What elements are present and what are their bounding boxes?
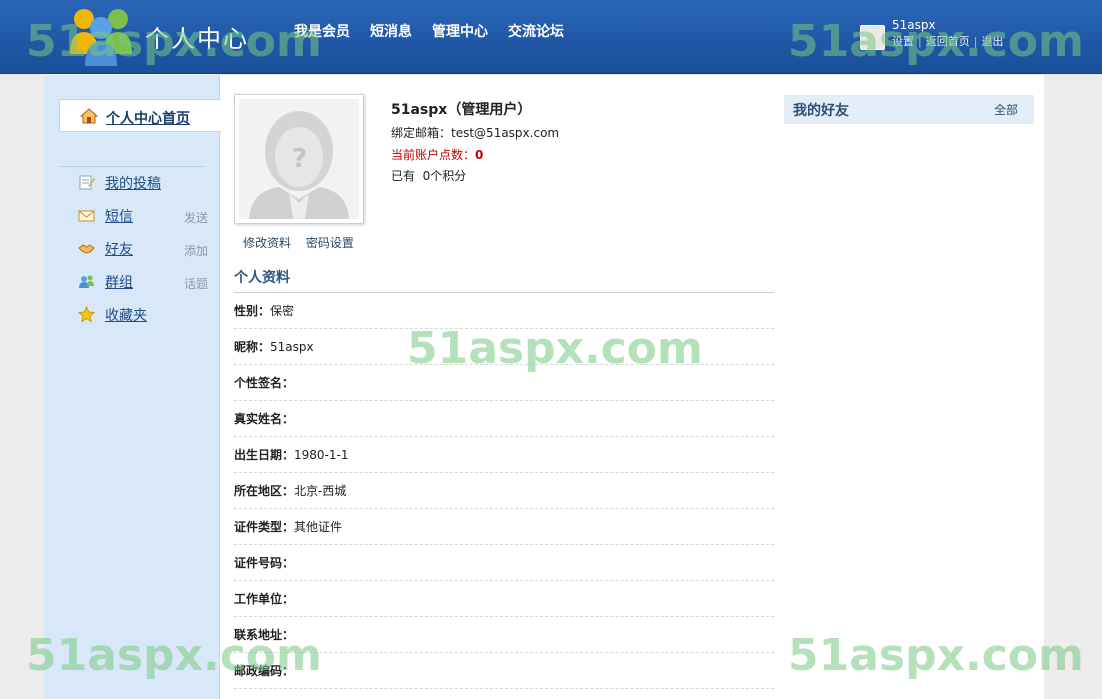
field-label: 证件号码： xyxy=(234,556,295,570)
profile-score: 已有 0个积分 xyxy=(391,167,466,184)
separator: | xyxy=(973,35,978,48)
home-icon xyxy=(79,108,99,127)
sidebar-item-posts[interactable]: 我的投稿 xyxy=(78,172,208,194)
field-value: 1980-1-1 xyxy=(294,448,349,462)
edit-profile-link[interactable]: 修改资料 xyxy=(243,236,291,250)
separator: | xyxy=(918,35,922,48)
field-row-region: 所在地区：北京-西城 xyxy=(234,473,774,509)
nav-admin[interactable]: 管理中心 xyxy=(432,21,488,41)
field-label: 所在地区： xyxy=(234,484,295,498)
field-label: 个性签名： xyxy=(234,376,295,390)
sidebar-item-label: 好友 xyxy=(105,242,133,258)
people-logo-icon xyxy=(66,6,136,66)
field-value: 其他证件 xyxy=(294,520,343,534)
logout-link[interactable]: 退出 xyxy=(981,35,1003,48)
sidebar-item-label: 短信 xyxy=(105,209,133,225)
profile-avatar: ? xyxy=(234,94,364,224)
field-value: 北京-西城 xyxy=(294,484,347,498)
sidebar-action-add[interactable]: 添加 xyxy=(184,242,208,259)
field-row-nickname: 昵称：51aspx xyxy=(234,329,774,365)
sidebar-home-label: 个人中心首页 xyxy=(106,111,190,127)
sidebar-item-label: 群组 xyxy=(105,275,133,291)
avatar-links: 修改资料 密码设置 xyxy=(243,234,365,251)
points-label: 当前账户点数： xyxy=(391,148,476,162)
settings-link[interactable]: 设置 xyxy=(892,35,914,48)
friends-all-link[interactable]: 全部 xyxy=(994,101,1018,118)
sidebar-item-home[interactable]: 个人中心首页 xyxy=(59,99,221,132)
password-settings-link[interactable]: 密码设置 xyxy=(306,236,354,250)
field-label: 邮政编码： xyxy=(234,664,295,678)
site-title: 个人中心 xyxy=(145,25,249,53)
nav-member[interactable]: 我是会员 xyxy=(294,21,350,41)
field-label: 联系地址： xyxy=(234,628,295,642)
field-label: 真实姓名： xyxy=(234,412,295,426)
field-value: 51aspx xyxy=(270,340,314,354)
field-row-birthday: 出生日期：1980-1-1 xyxy=(234,437,774,473)
content-wrapper: 个人中心首页 我的投稿 短信 发送 好友 添加 群组 话题 收藏夹 ? 修改资料… xyxy=(44,75,1044,699)
star-icon xyxy=(77,305,96,326)
group-icon xyxy=(78,273,95,293)
default-avatar-icon: ? xyxy=(239,99,359,219)
sidebar: 个人中心首页 我的投稿 短信 发送 好友 添加 群组 话题 收藏夹 xyxy=(44,75,221,699)
sidebar-item-favorites[interactable]: 收藏夹 xyxy=(77,304,208,326)
sidebar-action-topic[interactable]: 话题 xyxy=(184,275,208,292)
sidebar-divider xyxy=(59,166,205,167)
friends-title: 我的好友 xyxy=(793,103,849,119)
field-row-signature: 个性签名： xyxy=(234,365,774,401)
field-label: 出生日期： xyxy=(234,448,295,462)
svg-text:?: ? xyxy=(292,144,307,174)
field-row-postcode: 邮政编码： xyxy=(234,653,774,689)
profile-points: 当前账户点数：0 xyxy=(391,146,483,163)
field-row-realname: 真实姓名： xyxy=(234,401,774,437)
field-row-employer: 工作单位： xyxy=(234,581,774,617)
field-label: 证件类型： xyxy=(234,520,295,534)
points-value: 0 xyxy=(475,148,484,162)
email-value: test@51aspx.com xyxy=(451,126,560,140)
nav-messages[interactable]: 短消息 xyxy=(370,21,412,41)
user-box: 51aspx 设置 | 返回首页 | 退出 xyxy=(860,18,1100,58)
sidebar-item-sms[interactable]: 短信 发送 xyxy=(78,205,208,227)
user-avatar[interactable] xyxy=(860,25,885,50)
field-value: 保密 xyxy=(270,304,295,318)
profile-email: 绑定邮箱：test@51aspx.com xyxy=(391,124,559,141)
envelope-icon xyxy=(78,207,95,227)
user-links: 设置 | 返回首页 | 退出 xyxy=(892,33,1003,49)
friends-panel-header: 我的好友 全部 xyxy=(784,95,1034,124)
field-row-idnumber: 证件号码： xyxy=(234,545,774,581)
email-label: 绑定邮箱： xyxy=(391,126,452,140)
sidebar-item-label: 收藏夹 xyxy=(105,308,147,324)
field-row-address: 联系地址： xyxy=(234,617,774,653)
field-label: 性别： xyxy=(234,304,271,318)
section-title: 个人资料 xyxy=(234,270,290,286)
handshake-icon xyxy=(78,240,95,260)
main-nav: 我是会员 短消息 管理中心 交流论坛 xyxy=(294,21,564,41)
field-row-idtype: 证件类型：其他证件 xyxy=(234,509,774,545)
field-row-gender: 性别：保密 xyxy=(234,293,774,329)
home-link[interactable]: 返回首页 xyxy=(926,35,970,48)
edit-icon xyxy=(78,174,95,194)
score-prefix: 已有 xyxy=(391,169,416,183)
profile-name: 51aspx（管理用户） xyxy=(391,102,532,118)
user-name: 51aspx xyxy=(892,18,936,32)
nav-forum[interactable]: 交流论坛 xyxy=(508,21,564,41)
field-label: 昵称： xyxy=(234,340,271,354)
sidebar-action-send[interactable]: 发送 xyxy=(184,209,208,226)
profile-fields: 性别：保密 昵称：51aspx 个性签名： 真实姓名： 出生日期：1980-1-… xyxy=(234,293,774,689)
sidebar-item-label: 我的投稿 xyxy=(105,176,161,192)
top-header: 个人中心 我是会员 短消息 管理中心 交流论坛 51aspx 设置 | 返回首页 | 退… xyxy=(0,0,1102,74)
field-label: 工作单位： xyxy=(234,592,295,606)
sidebar-item-friends[interactable]: 好友 添加 xyxy=(78,238,208,260)
score-value: 0个积分 xyxy=(422,169,467,183)
sidebar-item-groups[interactable]: 群组 话题 xyxy=(78,271,208,293)
